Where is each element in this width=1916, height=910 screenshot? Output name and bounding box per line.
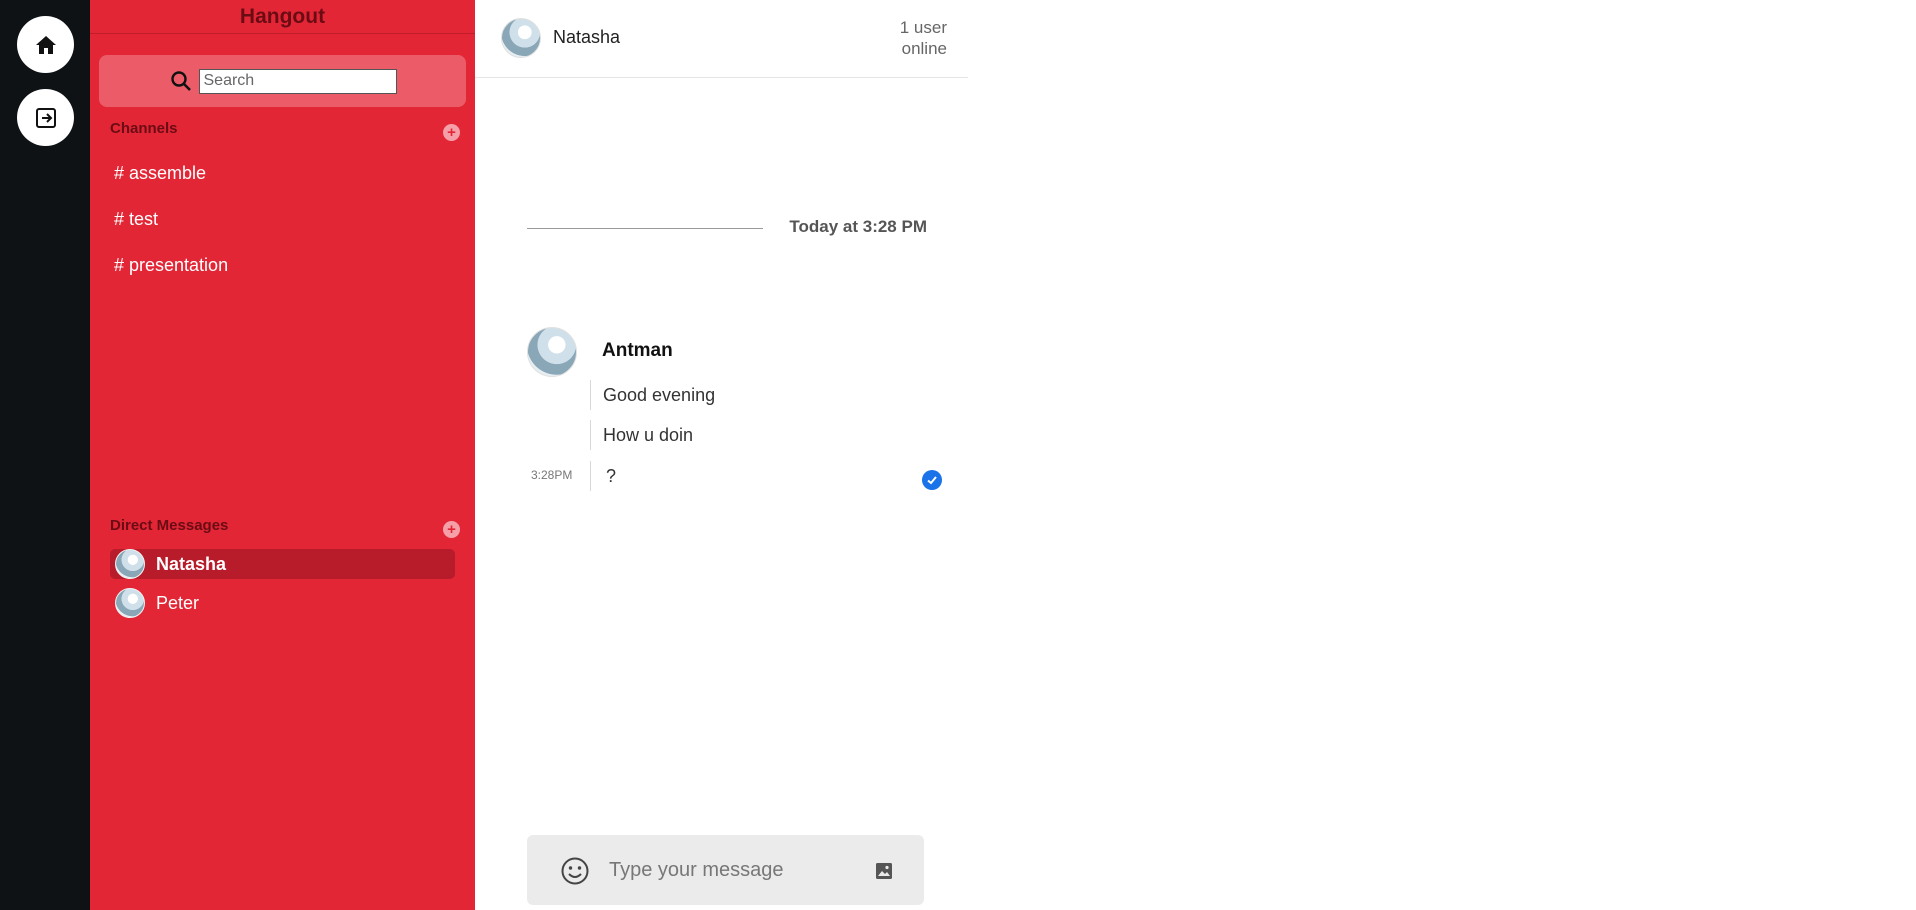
channel-item-assemble[interactable]: # assemble — [114, 157, 454, 203]
add-direct-message-button[interactable]: + — [443, 521, 460, 538]
sidebar: Hangout Channels + # assemble # test # p… — [90, 0, 475, 910]
online-count: 1 user — [899, 18, 947, 37]
message-author: Antman — [602, 340, 673, 361]
channel-list: # assemble # test # presentation — [114, 157, 454, 295]
date-label: Today at 3:28 PM — [789, 217, 927, 236]
dm-name: Natasha — [156, 553, 227, 574]
direct-message-list: Natasha Peter — [90, 549, 475, 627]
image-icon — [876, 863, 892, 879]
online-label: online — [901, 39, 947, 58]
dm-item-peter[interactable]: Peter — [110, 588, 455, 618]
search-icon — [170, 71, 191, 91]
direct-messages-header: Direct Messages + — [110, 517, 460, 538]
channel-item-presentation[interactable]: # presentation — [114, 249, 454, 295]
emoji-button[interactable] — [559, 855, 591, 887]
message-text: How u doin — [590, 420, 930, 450]
avatar — [115, 549, 145, 579]
logout-icon — [35, 107, 56, 128]
message-timestamp: 3:28PM — [531, 468, 573, 482]
message-text: ? — [590, 461, 930, 491]
smiley-icon — [561, 857, 589, 885]
channels-header: Channels + — [110, 120, 460, 141]
message-input[interactable] — [607, 853, 857, 887]
add-channel-button[interactable]: + — [443, 124, 460, 141]
dm-item-natasha[interactable]: Natasha — [110, 549, 455, 579]
home-button[interactable] — [17, 16, 74, 73]
plus-icon: + — [447, 124, 456, 141]
channels-label: Channels — [110, 120, 178, 137]
plus-icon: + — [447, 521, 456, 538]
app-title: Hangout — [90, 0, 475, 34]
home-icon — [35, 35, 56, 54]
app-rail — [0, 0, 90, 910]
dm-name: Peter — [156, 592, 200, 613]
message-text: Good evening — [590, 380, 930, 410]
chat-partner-name: Natasha — [553, 27, 621, 47]
read-receipt — [922, 470, 942, 490]
message-composer — [527, 835, 924, 905]
logout-button[interactable] — [17, 89, 74, 146]
search-bar — [99, 55, 466, 107]
attach-image-button[interactable] — [874, 861, 894, 881]
avatar — [527, 327, 577, 377]
date-divider: Today at 3:28 PM — [527, 216, 927, 240]
chat-header: Natasha 1 user online — [475, 0, 968, 78]
channel-item-test[interactable]: # test — [114, 203, 454, 249]
chat-pane: Natasha 1 user online Today at 3:28 PM A… — [475, 0, 968, 910]
avatar — [501, 18, 541, 58]
search-input[interactable] — [198, 68, 397, 94]
direct-messages-label: Direct Messages — [110, 517, 229, 534]
check-icon — [927, 476, 937, 485]
avatar — [115, 588, 145, 618]
online-status: 1 user online — [900, 17, 947, 59]
divider-line — [527, 228, 763, 229]
